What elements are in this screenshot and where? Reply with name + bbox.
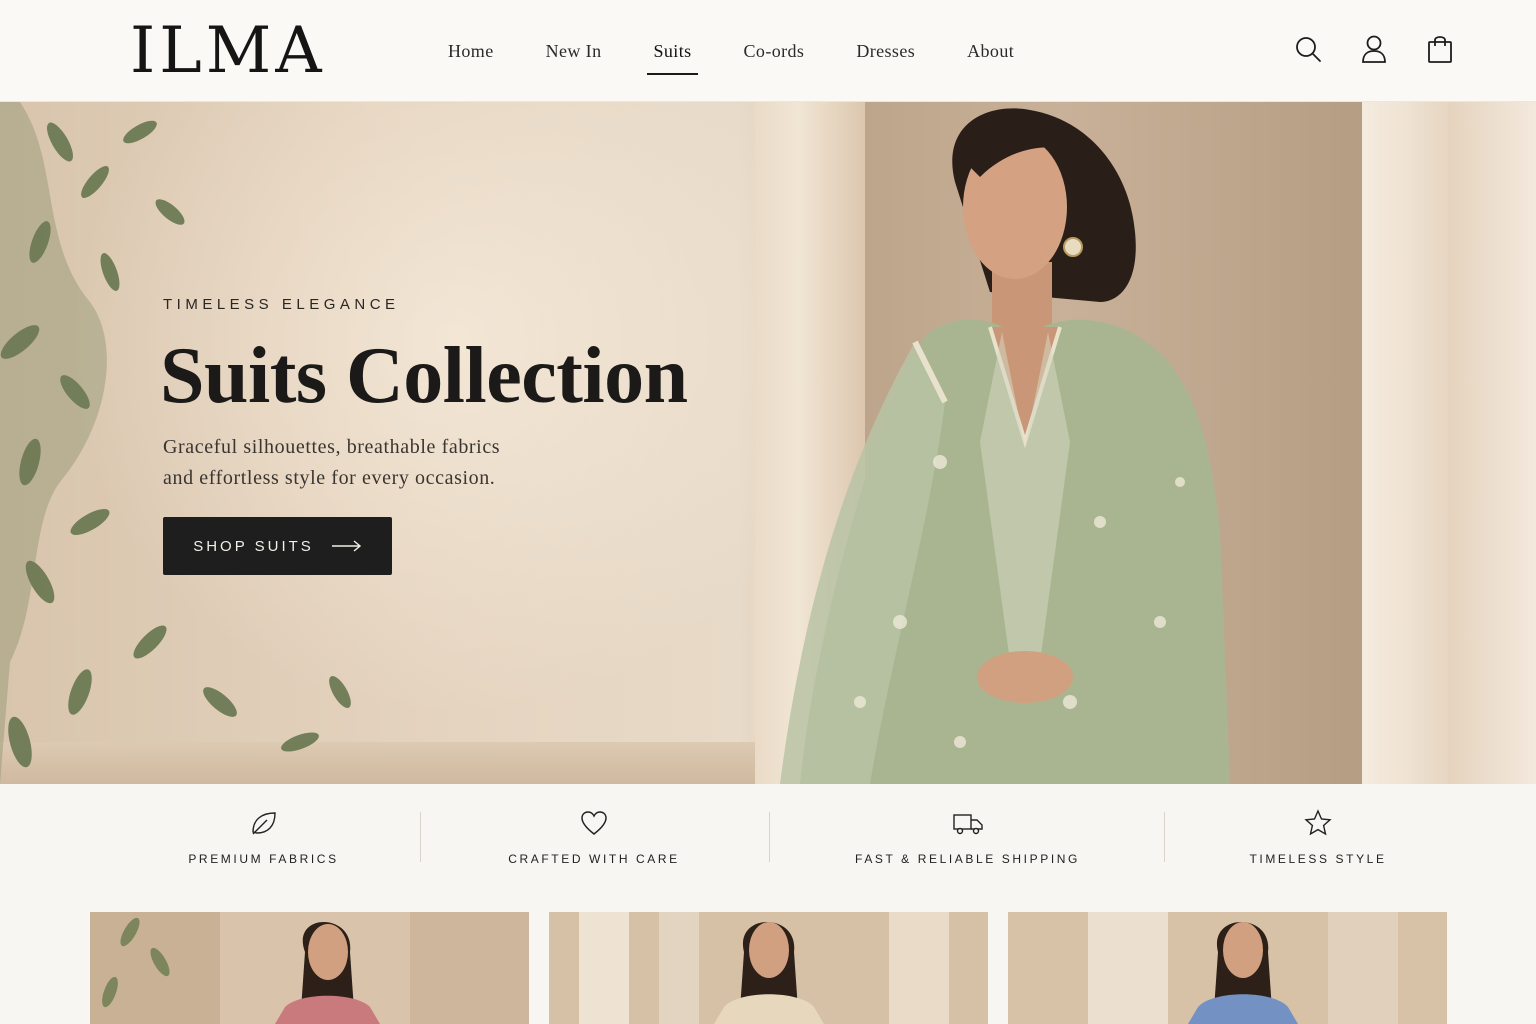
hero-subtitle-line-2: and effortless style for every occasion. (163, 467, 496, 489)
leaf-icon (251, 812, 276, 835)
feature-label: CRAFTED WITH CARE (508, 852, 680, 866)
truck-icon (952, 814, 983, 835)
nav-item-suits-label: Suits (653, 41, 692, 61)
product-card[interactable] (1008, 912, 1447, 1024)
hero-subtitle: Graceful silhouettes, breathable fabrics… (163, 432, 603, 494)
feature-label: PREMIUM FABRICS (188, 852, 339, 866)
feature-timeless-style: TIMELESS STYLE (1249, 808, 1384, 866)
arrow-right-icon (331, 540, 361, 552)
account-icon[interactable] (1360, 34, 1388, 64)
feature-label: TIMELESS STYLE (1249, 852, 1387, 866)
features-bar: PREMIUM FABRICS CRAFTED WITH CARE FAST &… (0, 784, 1536, 896)
product-card[interactable] (90, 912, 529, 1024)
star-icon (1304, 809, 1332, 836)
shop-suits-button[interactable]: SHOP SUITS (163, 517, 392, 575)
hero-wall-right (1448, 102, 1536, 784)
header-actions (1294, 34, 1454, 64)
nav-item-dresses[interactable]: Dresses (856, 38, 915, 64)
product-image (90, 912, 529, 1024)
feature-divider (1164, 812, 1165, 862)
product-card[interactable] (549, 912, 988, 1024)
feature-premium-fabrics: PREMIUM FABRICS (188, 808, 339, 866)
nav-item-co-ords[interactable]: Co-ords (744, 38, 805, 64)
feature-divider (769, 812, 770, 862)
hero-eyebrow: TIMELESS ELEGANCE (163, 296, 400, 313)
product-image (549, 912, 988, 1024)
feature-label: FAST & RELIABLE SHIPPING (855, 852, 1080, 866)
hero-pillar-right (1362, 102, 1448, 784)
site-header: ILMA Home New In Suits Co-ords Dresses A… (0, 0, 1536, 102)
nav-item-home[interactable]: Home (448, 38, 494, 64)
brand-logo[interactable]: ILMA (130, 14, 326, 88)
nav-item-suits[interactable]: Suits (647, 38, 698, 75)
nav-item-about[interactable]: About (967, 38, 1014, 64)
product-image (1008, 912, 1447, 1024)
hero-subtitle-line-1: Graceful silhouettes, breathable fabrics (163, 436, 501, 458)
hero-title: Suits Collection (160, 332, 688, 420)
shop-suits-button-label: SHOP SUITS (193, 537, 314, 555)
heart-icon (581, 811, 607, 835)
search-icon[interactable] (1294, 34, 1322, 64)
nav-item-new-in[interactable]: New In (546, 38, 602, 64)
active-nav-indicator (647, 73, 698, 75)
feature-crafted-with-care: CRAFTED WITH CARE (508, 808, 680, 866)
main-nav: Home New In Suits Co-ords Dresses About (448, 38, 1014, 75)
feature-divider (420, 812, 421, 862)
feature-fast-shipping: FAST & RELIABLE SHIPPING (855, 808, 1077, 866)
shopping-bag-icon[interactable] (1426, 34, 1454, 64)
hero-model-image (780, 108, 1230, 784)
hero-banner: TIMELESS ELEGANCE Suits Collection Grace… (0, 102, 1536, 784)
